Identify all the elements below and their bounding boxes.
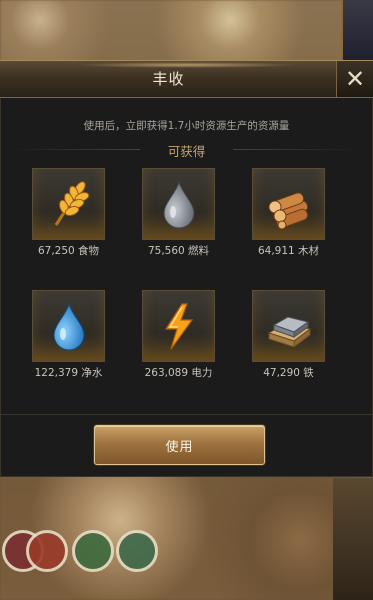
wheat-icon xyxy=(54,181,90,226)
resource-item-food: 67,250 食物 xyxy=(32,168,105,257)
hud-icon xyxy=(116,530,158,572)
dialog-title: 丰收 xyxy=(152,70,185,88)
dialog-header: 丰收 ✕ xyxy=(0,60,373,98)
resource-slot xyxy=(32,290,105,362)
resource-slot xyxy=(32,168,105,240)
resource-amount: 263,089 电力 xyxy=(144,367,213,379)
wood-logs-icon xyxy=(268,192,309,229)
close-icon: ✕ xyxy=(344,65,366,93)
harvest-dialog: 丰收 ✕ 使用后，立即获得1.7小时资源生产的资源量 可获得 67,250 食物… xyxy=(0,60,373,477)
resource-amount: 75,560 燃料 xyxy=(147,245,210,257)
resource-item-fuel: 75,560 燃料 xyxy=(142,168,215,257)
use-button[interactable]: 使用 xyxy=(94,425,265,465)
close-button[interactable]: ✕ xyxy=(336,61,373,97)
hud-side-panel xyxy=(333,478,373,600)
resource-slot xyxy=(142,168,215,240)
dialog-description: 使用后，立即获得1.7小时资源生产的资源量 xyxy=(83,120,290,132)
reward-heading: 可获得 xyxy=(167,144,206,159)
resource-slot xyxy=(142,290,215,362)
resource-item-electricity: 263,089 电力 xyxy=(142,290,215,379)
hud-icon xyxy=(72,530,114,572)
resource-amount: 47,290 铁 xyxy=(263,367,314,379)
hud-icon xyxy=(26,530,68,572)
resource-amount: 64,911 木材 xyxy=(257,245,320,257)
fuel-drop-icon xyxy=(163,180,195,229)
resource-amount: 122,379 净水 xyxy=(34,367,103,379)
resource-slot xyxy=(252,168,325,240)
resource-item-water: 122,379 净水 xyxy=(32,290,105,379)
lightning-icon xyxy=(164,303,194,350)
hud-corner-panel xyxy=(341,0,373,60)
resource-item-wood: 64,911 木材 xyxy=(252,168,325,257)
resource-slot xyxy=(252,290,325,362)
iron-ingot-icon xyxy=(267,316,312,348)
water-drop-icon xyxy=(53,302,85,351)
footer-divider xyxy=(0,414,373,415)
resource-amount: 67,250 食物 xyxy=(37,245,100,257)
resource-item-iron: 47,290 铁 xyxy=(252,290,325,379)
